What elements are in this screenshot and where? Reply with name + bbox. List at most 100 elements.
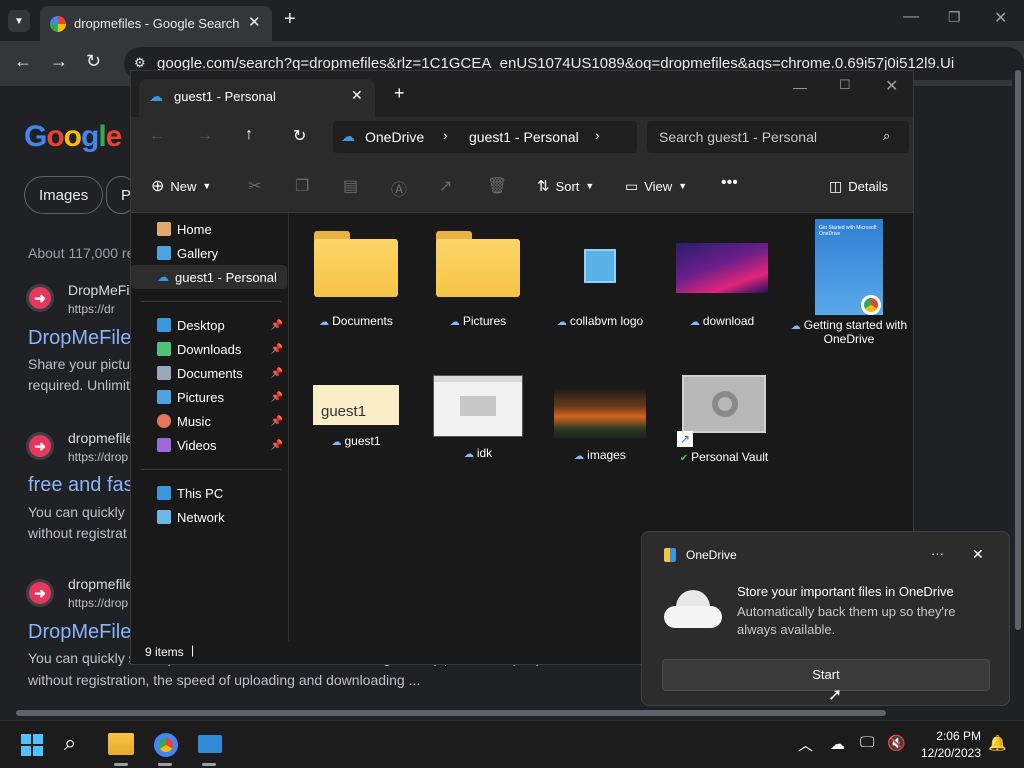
chevron-right-icon[interactable]: ›: [595, 127, 600, 143]
image-thumbnail: [433, 375, 523, 437]
vertical-scrollbar[interactable]: [1012, 60, 1024, 706]
file-item[interactable]: ☁ Pictures: [423, 231, 533, 328]
volume-muted-icon[interactable]: 🔇: [887, 734, 906, 752]
cut-icon[interactable]: ✂: [248, 176, 261, 196]
file-item[interactable]: ☁ Documents: [301, 231, 411, 328]
file-item[interactable]: Get Started with Microsoft OneDrive ☁ Get…: [789, 219, 909, 346]
copy-icon[interactable]: ❐: [295, 176, 309, 196]
maximize-icon[interactable]: ☐: [839, 77, 851, 93]
explorer-tab[interactable]: ☁ guest1 - Personal ✕: [139, 79, 375, 117]
site-info-icon[interactable]: ⚙: [134, 55, 146, 71]
new-tab-icon[interactable]: +: [284, 8, 296, 31]
google-logo[interactable]: Google: [24, 120, 122, 154]
delete-icon[interactable]: 🗑: [487, 176, 507, 196]
file-explorer-taskbar-icon[interactable]: [108, 733, 134, 755]
sidebar-item-videos[interactable]: Videos 📌: [131, 433, 287, 457]
result-title[interactable]: DropMeFile: [28, 621, 131, 644]
details-button[interactable]: ◫ Details: [829, 159, 888, 213]
start-button[interactable]: Start: [662, 659, 990, 691]
file-item[interactable]: ↗ ✔ Personal Vault: [667, 375, 781, 464]
sidebar-item-downloads[interactable]: Downloads 📌: [131, 337, 287, 361]
pin-icon[interactable]: 📌: [271, 368, 283, 379]
sidebar-item-documents[interactable]: Documents 📌: [131, 361, 287, 385]
restore-icon[interactable]: ❐: [948, 9, 961, 26]
chevron-up-icon[interactable]: ︿: [798, 734, 813, 755]
file-item[interactable]: ☁ collabvm logo: [545, 231, 655, 328]
new-tab-icon[interactable]: +: [394, 83, 405, 104]
clock-date[interactable]: 12/20/2023: [915, 746, 981, 760]
mail-taskbar-icon[interactable]: [198, 735, 222, 753]
sidebar-item-music[interactable]: Music 📌: [131, 409, 287, 433]
sidebar-item-network[interactable]: Network: [131, 505, 287, 529]
sidebar-item-label: Network: [177, 509, 225, 525]
chrome-taskbar-icon[interactable]: [154, 733, 178, 757]
result-url[interactable]: https://drop: [68, 450, 128, 464]
pin-icon[interactable]: 📌: [271, 344, 283, 355]
view-button[interactable]: ▭ View ▼: [625, 159, 687, 213]
search-icon[interactable]: ⌕: [883, 128, 890, 144]
pin-icon[interactable]: 📌: [271, 440, 283, 451]
back-icon[interactable]: ←: [149, 127, 165, 145]
share-icon[interactable]: ↗: [439, 176, 452, 196]
sidebar-item-pictures[interactable]: Pictures 📌: [131, 385, 287, 409]
home-icon: [157, 222, 171, 236]
new-button[interactable]: ⊕ New ▼: [151, 159, 211, 213]
refresh-icon[interactable]: ↻: [293, 126, 306, 146]
start-windows-icon[interactable]: [21, 734, 43, 756]
up-icon[interactable]: ↑: [245, 126, 253, 144]
tab-search-button[interactable]: ▼: [8, 10, 30, 32]
notification-bell-icon[interactable]: 🔔: [988, 734, 1007, 752]
reload-icon[interactable]: ↻: [86, 51, 101, 72]
chrome-tab[interactable]: dropmefiles - Google Search ✕: [40, 6, 272, 41]
sidebar-item-onedrive[interactable]: ☁ guest1 - Personal: [131, 265, 287, 289]
music-icon: [157, 414, 171, 428]
forward-icon[interactable]: →: [50, 51, 68, 72]
more-icon[interactable]: ···: [931, 546, 944, 561]
file-item[interactable]: ☁ idk: [423, 375, 533, 460]
sidebar-item-label: Videos: [177, 437, 217, 453]
file-item[interactable]: ☁ download: [667, 231, 777, 328]
sidebar-item-desktop[interactable]: Desktop 📌: [131, 313, 287, 337]
search-icon[interactable]: ⌕: [64, 730, 76, 756]
sort-button[interactable]: ⇅ Sort ▼: [537, 159, 594, 213]
result-title[interactable]: free and fas: [28, 474, 134, 497]
horizontal-scrollbar[interactable]: [0, 706, 1006, 720]
more-icon[interactable]: •••: [721, 174, 738, 192]
network-tray-icon[interactable]: 🖵: [860, 734, 874, 751]
sidebar-item-label: This PC: [177, 485, 224, 501]
thumbnail-text: Get Started with Microsoft OneDrive: [819, 225, 877, 237]
close-tab-icon[interactable]: ✕: [248, 13, 261, 31]
downloads-icon: [157, 342, 171, 356]
result-url[interactable]: https://drop: [68, 596, 128, 610]
breadcrumb-folder[interactable]: guest1 - Personal: [469, 129, 579, 145]
breadcrumb-onedrive[interactable]: OneDrive: [365, 129, 424, 145]
sidebar-item-home[interactable]: Home: [131, 217, 287, 241]
result-title[interactable]: DropMeFile: [28, 327, 131, 350]
file-item[interactable]: guest1 ☁ guest1: [301, 375, 411, 448]
close-tab-icon[interactable]: ✕: [351, 87, 363, 104]
chip-images[interactable]: Images: [24, 176, 104, 214]
paste-icon[interactable]: ▤: [343, 176, 358, 196]
result-url[interactable]: https://dr: [68, 302, 115, 316]
chevron-right-icon[interactable]: ›: [443, 127, 448, 143]
clock-time[interactable]: 2:06 PM: [915, 729, 981, 743]
pin-icon[interactable]: 📌: [271, 416, 283, 427]
minimize-icon[interactable]: —: [903, 8, 919, 26]
pin-icon[interactable]: 📌: [271, 392, 283, 403]
minimize-icon[interactable]: —: [793, 79, 807, 95]
sidebar-item-gallery[interactable]: Gallery: [131, 241, 287, 265]
folder-icon: [436, 231, 520, 297]
breadcrumb[interactable]: ☁ OneDrive › guest1 - Personal ›: [333, 121, 637, 153]
back-icon[interactable]: ←: [14, 51, 32, 72]
pin-icon[interactable]: 📌: [271, 320, 283, 331]
forward-icon[interactable]: →: [197, 127, 213, 145]
close-icon[interactable]: ✕: [972, 546, 984, 563]
image-thumbnail: [554, 389, 646, 439]
close-window-icon[interactable]: ✕: [994, 8, 1007, 28]
close-window-icon[interactable]: ✕: [885, 76, 898, 96]
rename-icon[interactable]: Ⓐ: [391, 176, 407, 200]
search-box[interactable]: Search guest1 - Personal ⌕: [647, 121, 909, 153]
sidebar-item-this-pc[interactable]: This PC: [131, 481, 287, 505]
file-item[interactable]: ☁ images: [545, 375, 655, 462]
onedrive-tray-icon[interactable]: ☁: [830, 735, 845, 753]
